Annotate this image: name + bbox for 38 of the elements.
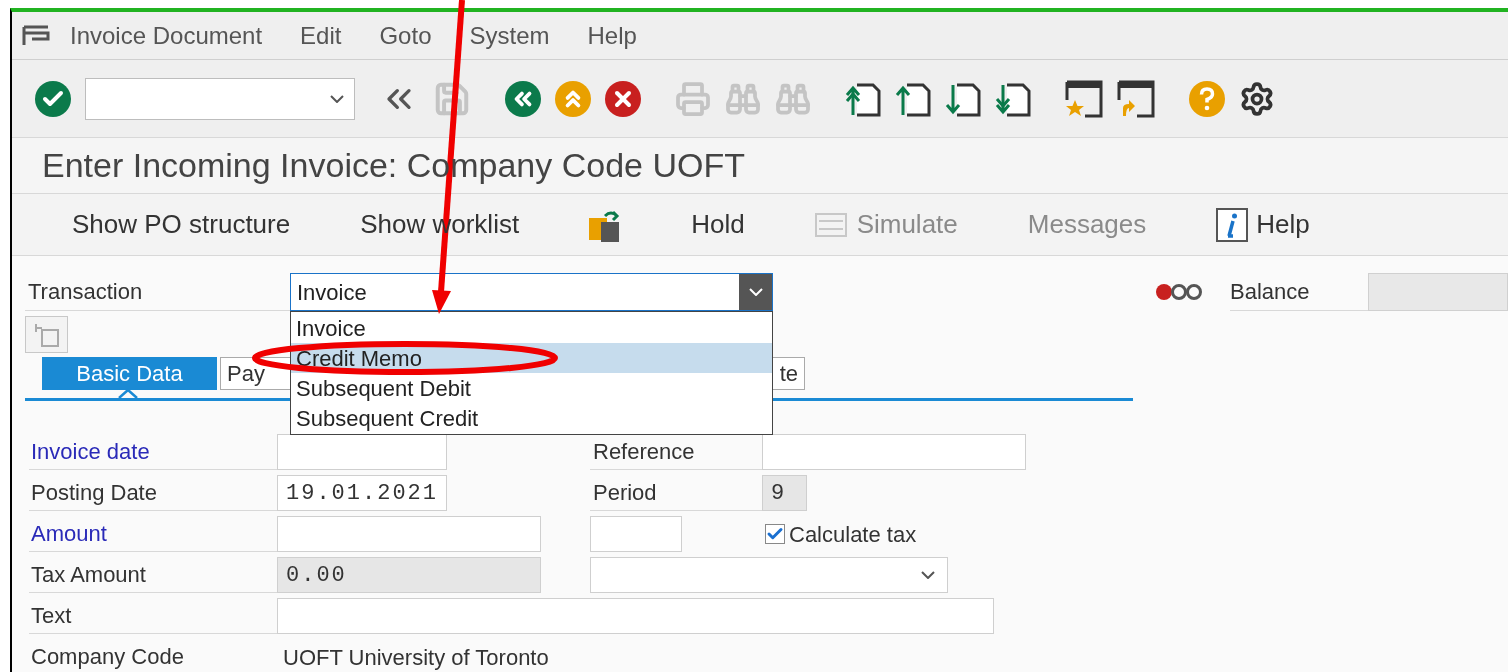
transaction-dropdown[interactable]: Invoice bbox=[290, 273, 773, 311]
input-field[interactable]: 0.00 bbox=[277, 557, 541, 593]
back-icon[interactable] bbox=[505, 80, 541, 117]
menu-item[interactable]: Edit bbox=[300, 17, 342, 54]
input-field[interactable] bbox=[762, 434, 1026, 470]
simulate-icon bbox=[814, 212, 847, 237]
input-field[interactable] bbox=[277, 598, 994, 634]
shortcut-window-icon[interactable] bbox=[1117, 79, 1155, 118]
input-field[interactable] bbox=[590, 516, 682, 552]
checkbox-label: Calculate tax bbox=[789, 520, 917, 549]
new-window-icon[interactable] bbox=[1065, 79, 1103, 118]
info-icon bbox=[1216, 207, 1249, 242]
enter-icon[interactable] bbox=[35, 80, 71, 117]
field-label: Company Code bbox=[29, 639, 277, 672]
menu-item[interactable]: System bbox=[469, 17, 550, 54]
menu-item[interactable]: Invoice Document bbox=[70, 17, 263, 54]
cancel-icon[interactable] bbox=[605, 80, 641, 117]
company-code-value: UOFT University of Toronto bbox=[282, 643, 549, 672]
tab-pointer-icon bbox=[118, 388, 138, 398]
settings-icon[interactable] bbox=[1239, 80, 1275, 117]
chevron-down-icon bbox=[921, 571, 935, 579]
tab[interactable]: Basic Data bbox=[42, 357, 217, 390]
balance-field[interactable] bbox=[1368, 273, 1508, 311]
chevron-down-icon bbox=[330, 94, 344, 103]
toolbar-button[interactable]: Hold bbox=[661, 200, 775, 249]
help-button[interactable]: Help bbox=[1186, 200, 1340, 249]
input-field[interactable] bbox=[277, 434, 447, 470]
menu-icon[interactable] bbox=[22, 24, 50, 47]
dropdown-field[interactable] bbox=[590, 557, 948, 593]
menu-item[interactable]: Help bbox=[587, 17, 637, 54]
toolbar-button[interactable]: Show PO structure bbox=[42, 200, 321, 249]
input-field[interactable]: 19.01.2021 bbox=[277, 475, 447, 511]
checkbox[interactable] bbox=[765, 524, 785, 544]
chevron-down-icon bbox=[748, 288, 763, 296]
menu-item[interactable]: Goto bbox=[379, 17, 432, 54]
command-field[interactable] bbox=[85, 77, 355, 120]
input-field[interactable]: 9 bbox=[762, 475, 807, 511]
input-field[interactable] bbox=[277, 516, 541, 552]
